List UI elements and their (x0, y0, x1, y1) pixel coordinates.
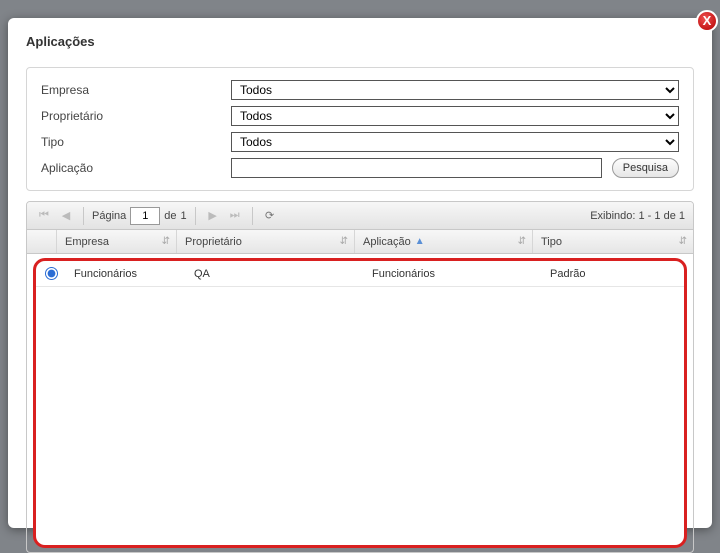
results-grid: ⏮ ◀ Página de 1 ▶ ⏭ ⟳ Exibindo: 1 - 1 de… (26, 201, 694, 553)
table-row[interactable]: Funcionários QA Funcionários Padrão (36, 261, 684, 287)
tipo-select[interactable]: Todos (231, 132, 679, 152)
toolbar-separator (252, 207, 253, 225)
grid-toolbar: ⏮ ◀ Página de 1 ▶ ⏭ ⟳ Exibindo: 1 - 1 de… (27, 202, 693, 230)
page-input[interactable] (130, 207, 160, 225)
applications-dialog: Aplicações Empresa Todos Proprietário To… (8, 18, 712, 528)
grid-headers: Empresa ⇵ Proprietário ⇵ Aplicação ▲ ⇵ T… (27, 230, 693, 254)
row-empresa: Funcionários (66, 268, 186, 280)
sort-icon: ⇵ (679, 236, 687, 247)
sort-icon: ⇵ (518, 236, 526, 247)
empresa-select[interactable]: Todos (231, 80, 679, 100)
aplicacao-label: Aplicação (41, 161, 231, 175)
sort-asc-icon: ▲ (415, 236, 425, 247)
col-header-empresa[interactable]: Empresa ⇵ (57, 230, 177, 253)
proprietario-select[interactable]: Todos (231, 106, 679, 126)
last-page-icon[interactable]: ⏭ (226, 207, 244, 225)
page-label: Página (92, 210, 126, 222)
of-label: de (164, 210, 176, 222)
close-icon[interactable]: X (696, 10, 718, 32)
proprietario-label: Proprietário (41, 109, 231, 123)
row-tipo: Padrão (542, 268, 684, 280)
toolbar-separator (83, 207, 84, 225)
search-button[interactable]: Pesquisa (612, 158, 679, 178)
refresh-icon[interactable]: ⟳ (261, 207, 279, 225)
col-header-select (27, 230, 57, 253)
tipo-label: Tipo (41, 135, 231, 149)
row-select-cell[interactable] (36, 267, 66, 280)
dialog-title: Aplicações (26, 34, 694, 49)
grid-status: Exibindo: 1 - 1 de 1 (590, 210, 685, 222)
col-header-aplicacao[interactable]: Aplicação ▲ ⇵ (355, 230, 533, 253)
aplicacao-input[interactable] (231, 158, 602, 178)
empresa-label: Empresa (41, 83, 231, 97)
row-aplicacao: Funcionários (364, 268, 542, 280)
toolbar-separator (195, 207, 196, 225)
first-page-icon[interactable]: ⏮ (35, 207, 53, 225)
prev-page-icon[interactable]: ◀ (57, 207, 75, 225)
search-form: Empresa Todos Proprietário Todos Tipo To… (26, 67, 694, 191)
grid-body-highlight: Funcionários QA Funcionários Padrão (33, 258, 687, 548)
row-proprietario: QA (186, 268, 364, 280)
grid-body: Funcionários QA Funcionários Padrão (36, 261, 684, 545)
row-radio[interactable] (45, 267, 58, 280)
page-total: 1 (181, 210, 187, 222)
sort-icon: ⇵ (340, 236, 348, 247)
next-page-icon[interactable]: ▶ (204, 207, 222, 225)
col-header-tipo[interactable]: Tipo ⇵ (533, 230, 693, 253)
col-header-proprietario[interactable]: Proprietário ⇵ (177, 230, 355, 253)
sort-icon: ⇵ (162, 236, 170, 247)
